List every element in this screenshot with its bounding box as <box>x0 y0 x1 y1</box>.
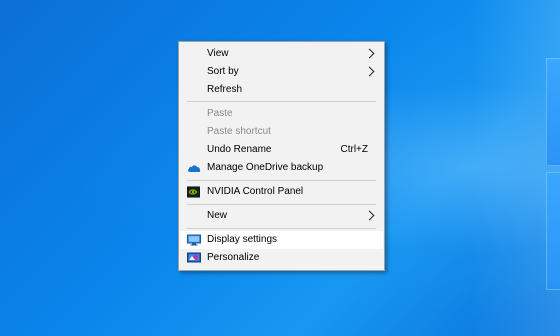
menu-item-label: Personalize <box>207 252 260 263</box>
menu-item-view[interactable]: View <box>180 45 383 63</box>
menu-item-label: New <box>207 210 228 221</box>
menu-separator <box>187 101 376 102</box>
windows-logo-pane-bottom <box>546 172 560 290</box>
onedrive-icon <box>188 165 201 172</box>
display-settings-icon <box>187 234 201 246</box>
menu-item-nvidia-control-panel[interactable]: NVIDIA Control Panel <box>180 183 383 201</box>
menu-item-manage-onedrive-backup[interactable]: Manage OneDrive backup <box>180 159 383 177</box>
menu-item-label: Undo Rename <box>207 144 272 155</box>
menu-item-display-settings[interactable]: Display settings <box>180 231 383 249</box>
menu-separator <box>187 228 376 229</box>
menu-item-undo-rename[interactable]: Undo Rename Ctrl+Z <box>180 141 383 159</box>
menu-item-personalize[interactable]: Personalize <box>180 249 383 267</box>
menu-separator <box>187 180 376 181</box>
menu-separator <box>187 204 376 205</box>
menu-item-refresh[interactable]: Refresh <box>180 81 383 99</box>
menu-item-label: View <box>207 48 229 59</box>
menu-item-new[interactable]: New <box>180 207 383 225</box>
nvidia-icon <box>187 186 200 198</box>
menu-item-paste-shortcut[interactable]: Paste shortcut <box>180 123 383 141</box>
chevron-right-icon <box>364 66 375 77</box>
menu-item-label: Refresh <box>207 84 243 95</box>
chevron-right-icon <box>364 48 375 59</box>
menu-item-sort-by[interactable]: Sort by <box>180 63 383 81</box>
menu-item-label: Manage OneDrive backup <box>207 162 324 173</box>
windows-logo-pane-top <box>546 58 560 166</box>
menu-item-label: Paste shortcut <box>207 126 271 137</box>
menu-item-label: Paste <box>207 108 233 119</box>
menu-item-label: NVIDIA Control Panel <box>207 186 304 197</box>
menu-item-label: Sort by <box>207 66 239 77</box>
menu-item-paste[interactable]: Paste <box>180 105 383 123</box>
menu-item-label: Display settings <box>207 234 278 245</box>
desktop-context-menu: View Sort by Refresh Paste Paste shortcu… <box>178 41 385 271</box>
personalize-icon <box>187 252 201 263</box>
chevron-right-icon <box>364 210 375 221</box>
menu-item-shortcut: Ctrl+Z <box>340 144 369 155</box>
